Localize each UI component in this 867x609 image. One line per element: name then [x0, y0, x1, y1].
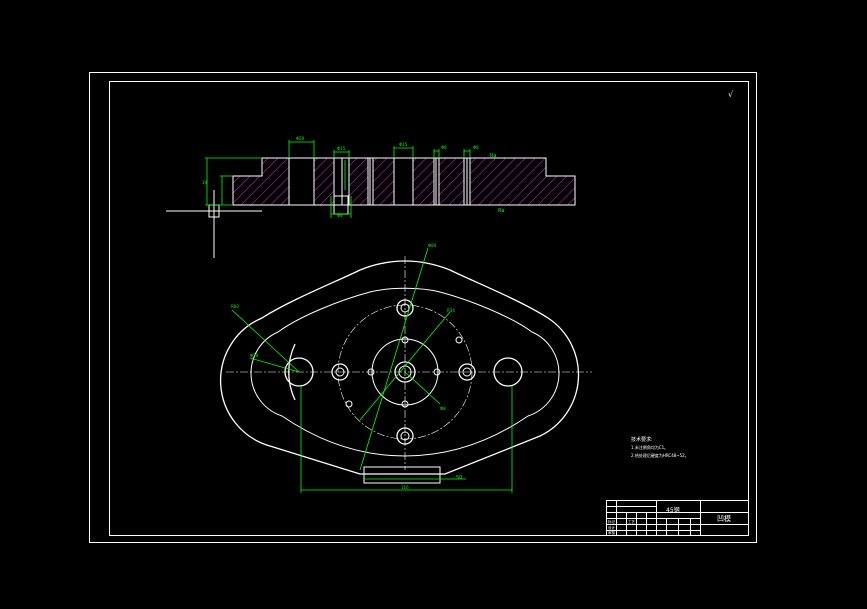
section-hole-1: [288, 157, 315, 206]
title-block: 45钢 凹模 标记 设计 审核 工艺: [606, 500, 749, 536]
svg-text:设计: 设计: [608, 525, 616, 530]
svg-text:Φ15: Φ15: [337, 146, 346, 151]
svg-text:Φ15: Φ15: [399, 142, 408, 147]
svg-text:审核: 审核: [608, 530, 616, 535]
section-view: Φ20 Φ15 Φ15 Φ8 Φ8 19 Φ8 Ra Ra: [166, 136, 576, 258]
svg-text:Φ20: Φ20: [250, 353, 259, 358]
svg-text:50: 50: [456, 475, 462, 481]
bottom-slot: [363, 466, 441, 484]
svg-text:19: 19: [202, 180, 208, 185]
svg-text:Φ8: Φ8: [473, 145, 479, 150]
section-hole-4: [393, 157, 414, 206]
svg-text:标记: 标记: [608, 519, 616, 524]
roughness-mark: √: [728, 90, 734, 99]
svg-text:Ra: Ra: [490, 153, 496, 159]
svg-text:Φ8: Φ8: [337, 213, 343, 218]
svg-text:Φ80: Φ80: [428, 243, 437, 248]
svg-text:Φ8: Φ8: [441, 145, 447, 150]
svg-text:Φ8: Φ8: [440, 406, 446, 411]
cad-drawing: √ Φ20 Φ15 Φ15 Φ8 Φ8 19 Φ8 Ra Ra R60 Φ20 …: [89, 72, 757, 543]
svg-text:116: 116: [401, 485, 409, 490]
plan-dimensions: R60 Φ20 Φ80 R34 Φ8 116 50: [231, 243, 513, 493]
svg-text:Φ20: Φ20: [296, 136, 305, 141]
svg-text:技术要求:: 技术要求:: [631, 436, 653, 443]
svg-text:Ra: Ra: [498, 208, 504, 214]
svg-text:R34: R34: [447, 308, 455, 313]
svg-text:2.热处理后硬度为HRC48~52。: 2.热处理后硬度为HRC48~52。: [631, 452, 689, 458]
svg-text:工艺: 工艺: [628, 519, 636, 524]
svg-text:R60: R60: [231, 304, 239, 309]
plan-view: R60 Φ20 Φ80 R34 Φ8 116 50: [219, 243, 592, 493]
svg-text:45钢: 45钢: [666, 506, 680, 514]
svg-text:凹模: 凹模: [717, 514, 731, 523]
technical-notes: 技术要求: 1.未注倒角均为C1。 2.热处理后硬度为HRC48~52。: [631, 436, 689, 458]
svg-text:1.未注倒角均为C1。: 1.未注倒角均为C1。: [631, 444, 668, 450]
